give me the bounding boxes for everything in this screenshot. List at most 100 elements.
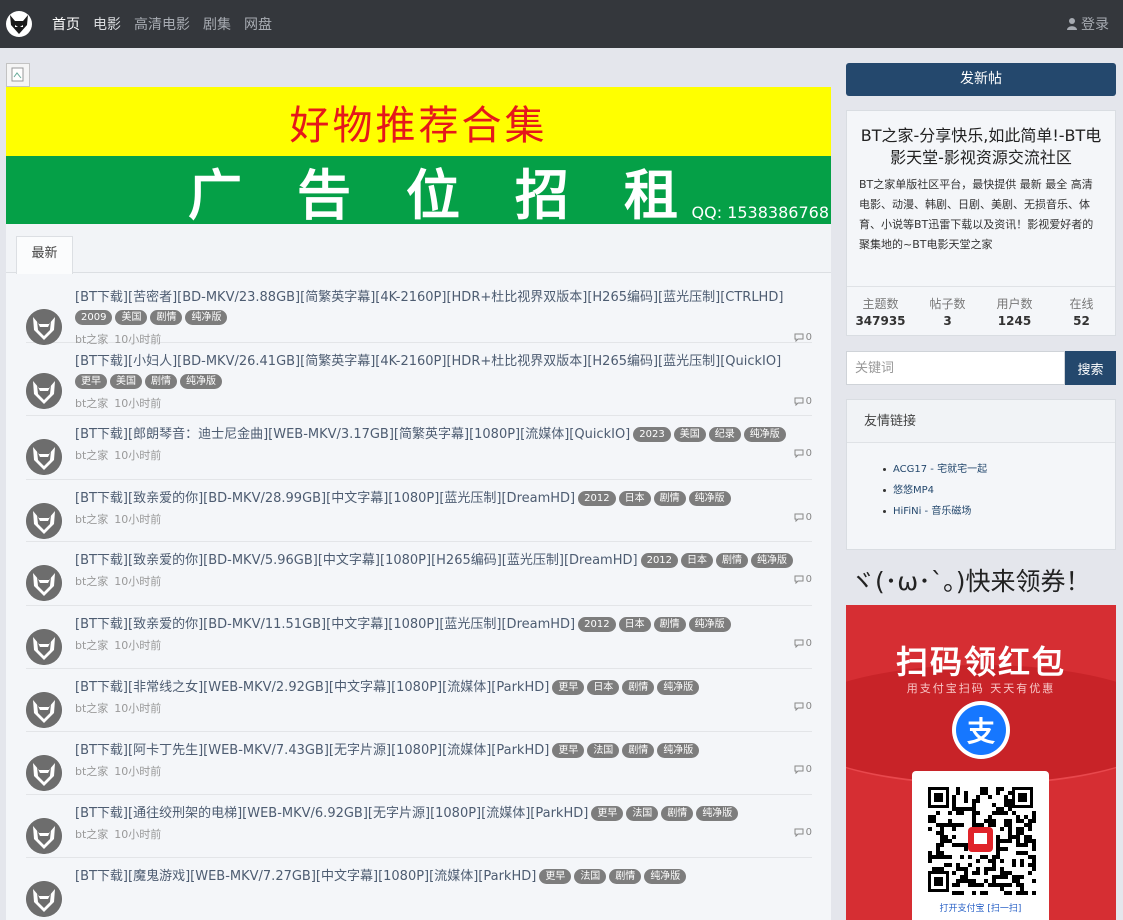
fox-avatar-icon[interactable] bbox=[26, 373, 62, 409]
thread-title[interactable]: [BT下载][郎朗琴音：迪士尼金曲][WEB-MKV/3.17GB][简繁英字幕… bbox=[75, 425, 786, 445]
tab-latest[interactable]: 最新 bbox=[16, 236, 73, 274]
thread-row[interactable]: [BT下载][致亲爱的你][BD-MKV/11.51GB][中文字幕][1080… bbox=[26, 606, 812, 669]
thread-tag[interactable]: 纯净版 bbox=[185, 310, 228, 325]
thread-tag[interactable]: 2012 bbox=[578, 617, 616, 632]
thread-tag[interactable]: 剧情 bbox=[622, 680, 655, 695]
thread-tag[interactable]: 日本 bbox=[587, 680, 620, 695]
thread-tag[interactable]: 更早 bbox=[591, 806, 624, 821]
thread-title-text[interactable]: [BT下载][小妇人][BD-MKV/26.41GB][简繁英字幕][4K-21… bbox=[75, 354, 781, 369]
thread-title-text[interactable]: [BT下载][郎朗琴音：迪士尼金曲][WEB-MKV/3.17GB][简繁英字幕… bbox=[75, 427, 630, 442]
new-post-button[interactable]: 发新帖 bbox=[846, 63, 1116, 96]
thread-tag[interactable]: 剧情 bbox=[653, 617, 686, 632]
thread-author[interactable]: bt之家 bbox=[75, 397, 108, 410]
fox-avatar-icon[interactable] bbox=[26, 629, 62, 665]
thread-tag[interactable]: 更早 bbox=[75, 374, 107, 389]
search-input[interactable] bbox=[846, 351, 1065, 385]
ad-banner[interactable]: 好物推荐合集 广 告 位 招 租 QQ: 1538386768 bbox=[6, 87, 831, 224]
thread-tag[interactable]: 日本 bbox=[618, 491, 651, 506]
thread-title-text[interactable]: [BT下载][致亲爱的你][BD-MKV/11.51GB][中文字幕][1080… bbox=[75, 617, 575, 632]
fox-logo-icon[interactable] bbox=[6, 10, 32, 38]
fox-avatar-icon[interactable] bbox=[26, 309, 62, 345]
thread-row[interactable]: [BT下载][阿卡丁先生][WEB-MKV/7.43GB][无字片源][1080… bbox=[26, 732, 812, 795]
thread-title[interactable]: [BT下载][致亲爱的你][BD-MKV/11.51GB][中文字幕][1080… bbox=[75, 615, 731, 635]
nav-hd-movies[interactable]: 高清电影 bbox=[134, 14, 190, 34]
thread-tag[interactable]: 更早 bbox=[552, 680, 585, 695]
thread-tag[interactable]: 法国 bbox=[626, 806, 659, 821]
thread-tag[interactable]: 剧情 bbox=[653, 491, 686, 506]
thread-tag[interactable]: 纯净版 bbox=[751, 553, 794, 568]
thread-tag[interactable]: 纪录 bbox=[708, 427, 741, 442]
thread-tag[interactable]: 剧情 bbox=[609, 869, 642, 884]
friend-link[interactable]: 悠悠MP4 bbox=[883, 480, 1115, 501]
thread-tag[interactable]: 法国 bbox=[587, 743, 620, 758]
search-button[interactable]: 搜索 bbox=[1065, 351, 1116, 385]
thread-title-text[interactable]: [BT下载][苦密者][BD-MKV/23.88GB][简繁英字幕][4K-21… bbox=[75, 290, 783, 305]
fox-avatar-icon[interactable] bbox=[26, 692, 62, 728]
thread-author[interactable]: bt之家 bbox=[75, 765, 108, 778]
thread-author[interactable]: bt之家 bbox=[75, 702, 108, 715]
thread-tag[interactable]: 剧情 bbox=[661, 806, 694, 821]
thread-title[interactable]: [BT下载][苦密者][BD-MKV/23.88GB][简繁英字幕][4K-21… bbox=[75, 288, 783, 308]
thread-row[interactable]: [BT下载][苦密者][BD-MKV/23.88GB][简繁英字幕][4K-21… bbox=[26, 279, 812, 346]
thread-tag[interactable]: 更早 bbox=[552, 743, 585, 758]
thread-row[interactable]: [BT下载][通往绞刑架的电梯][WEB-MKV/6.92GB][无字片源][1… bbox=[26, 795, 812, 858]
thread-title[interactable]: [BT下载][小妇人][BD-MKV/26.41GB][简繁英字幕][4K-21… bbox=[75, 352, 781, 372]
thread-author[interactable]: bt之家 bbox=[75, 828, 108, 841]
thread-author[interactable]: bt之家 bbox=[75, 639, 108, 652]
friend-link[interactable]: ACG17 - 宅就宅一起 bbox=[883, 459, 1115, 480]
thread-title-text[interactable]: [BT下载][致亲爱的你][BD-MKV/5.96GB][中文字幕][1080P… bbox=[75, 553, 638, 568]
nav-netdisk[interactable]: 网盘 bbox=[244, 14, 272, 34]
thread-row[interactable]: [BT下载][致亲爱的你][BD-MKV/28.99GB][中文字幕][1080… bbox=[26, 480, 812, 542]
fox-avatar-icon[interactable] bbox=[26, 503, 62, 539]
thread-row[interactable]: [BT下载][郎朗琴音：迪士尼金曲][WEB-MKV/3.17GB][简繁英字幕… bbox=[26, 416, 812, 480]
thread-tag[interactable]: 日本 bbox=[618, 617, 651, 632]
thread-title[interactable]: [BT下载][致亲爱的你][BD-MKV/5.96GB][中文字幕][1080P… bbox=[75, 551, 794, 571]
thread-tag[interactable]: 纯净版 bbox=[180, 374, 222, 389]
thread-tag[interactable]: 剧情 bbox=[145, 374, 177, 389]
thread-tag[interactable]: 2009 bbox=[75, 310, 113, 325]
thread-tag[interactable]: 纯净版 bbox=[688, 491, 731, 506]
thread-tag[interactable]: 剧情 bbox=[150, 310, 183, 325]
thread-author[interactable]: bt之家 bbox=[75, 575, 108, 588]
login-link[interactable]: 登录 bbox=[1067, 14, 1109, 34]
red-packet-ad[interactable]: 扫码领红包 用支付宝扫码 天天有优惠 支 打开支付宝 [扫一扫] bbox=[846, 605, 1116, 920]
nav-series[interactable]: 剧集 bbox=[203, 14, 231, 34]
thread-title-text[interactable]: [BT下载][通往绞刑架的电梯][WEB-MKV/6.92GB][无字片源][1… bbox=[75, 806, 588, 821]
thread-tag[interactable]: 剧情 bbox=[622, 743, 655, 758]
thread-title[interactable]: [BT下载][非常线之女][WEB-MKV/2.92GB][中文字幕][1080… bbox=[75, 678, 700, 698]
thread-tag[interactable]: 纯净版 bbox=[743, 427, 786, 442]
thread-row[interactable]: [BT下载][小妇人][BD-MKV/26.41GB][简繁英字幕][4K-21… bbox=[26, 343, 812, 416]
friend-link[interactable]: HiFiNi - 音乐磁场 bbox=[883, 501, 1115, 522]
thread-tag[interactable]: 更早 bbox=[539, 869, 572, 884]
thread-tag[interactable]: 纯净版 bbox=[696, 806, 739, 821]
fox-avatar-icon[interactable] bbox=[26, 755, 62, 791]
fox-avatar-icon[interactable] bbox=[26, 439, 62, 475]
thread-tag[interactable]: 纯净版 bbox=[644, 869, 687, 884]
thread-tag[interactable]: 美国 bbox=[110, 374, 142, 389]
thread-author[interactable]: bt之家 bbox=[75, 449, 108, 462]
thread-row[interactable]: [BT下载][魔鬼游戏][WEB-MKV/7.27GB][中文字幕][1080P… bbox=[26, 858, 812, 920]
thread-tag[interactable]: 日本 bbox=[681, 553, 714, 568]
thread-title[interactable]: [BT下载][阿卡丁先生][WEB-MKV/7.43GB][无字片源][1080… bbox=[75, 741, 700, 761]
thread-tag[interactable]: 剧情 bbox=[716, 553, 749, 568]
nav-home[interactable]: 首页 bbox=[52, 14, 80, 34]
thread-tag[interactable]: 法国 bbox=[574, 869, 607, 884]
thread-row[interactable]: [BT下载][致亲爱的你][BD-MKV/5.96GB][中文字幕][1080P… bbox=[26, 542, 812, 606]
thread-author[interactable]: bt之家 bbox=[75, 513, 108, 526]
thread-title-text[interactable]: [BT下载][非常线之女][WEB-MKV/2.92GB][中文字幕][1080… bbox=[75, 680, 549, 695]
fox-avatar-icon[interactable] bbox=[26, 565, 62, 601]
thread-title[interactable]: [BT下载][致亲爱的你][BD-MKV/28.99GB][中文字幕][1080… bbox=[75, 489, 731, 509]
nav-movies[interactable]: 电影 bbox=[93, 14, 121, 34]
thread-tag[interactable]: 纯净版 bbox=[688, 617, 731, 632]
thread-tag[interactable]: 2012 bbox=[578, 491, 616, 506]
thread-tag[interactable]: 纯净版 bbox=[657, 680, 700, 695]
thread-tag[interactable]: 美国 bbox=[115, 310, 148, 325]
thread-title[interactable]: [BT下载][魔鬼游戏][WEB-MKV/7.27GB][中文字幕][1080P… bbox=[75, 867, 687, 887]
thread-title-text[interactable]: [BT下载][致亲爱的你][BD-MKV/28.99GB][中文字幕][1080… bbox=[75, 491, 575, 506]
thread-row[interactable]: [BT下载][非常线之女][WEB-MKV/2.92GB][中文字幕][1080… bbox=[26, 669, 812, 732]
thread-title[interactable]: [BT下载][通往绞刑架的电梯][WEB-MKV/6.92GB][无字片源][1… bbox=[75, 804, 739, 824]
thread-tag[interactable]: 美国 bbox=[673, 427, 706, 442]
thread-title-text[interactable]: [BT下载][魔鬼游戏][WEB-MKV/7.27GB][中文字幕][1080P… bbox=[75, 869, 536, 884]
thread-tag[interactable]: 2012 bbox=[640, 553, 679, 568]
fox-avatar-icon[interactable] bbox=[26, 818, 62, 854]
